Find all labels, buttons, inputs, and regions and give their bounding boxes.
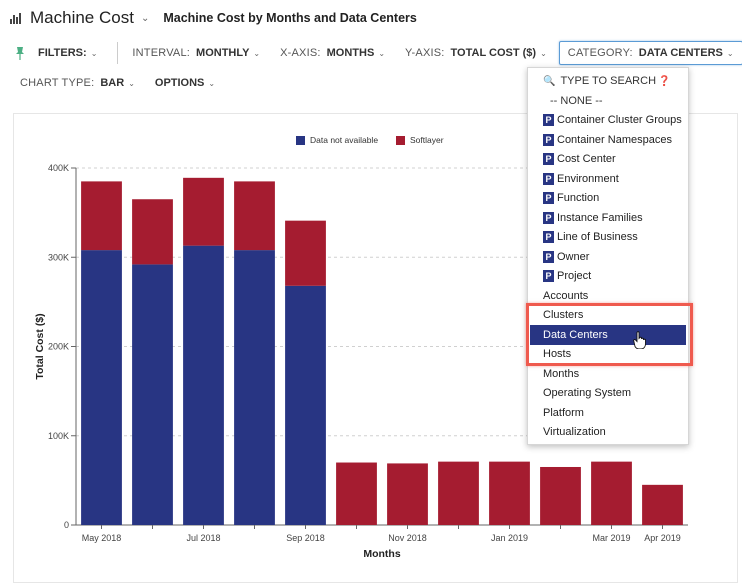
help-icon[interactable]: ❓: [658, 76, 670, 87]
bar-data-not-available: [234, 250, 275, 526]
bar-softlayer: [642, 484, 683, 525]
property-badge-icon: P: [543, 153, 554, 166]
dropdown-item-label: Platform: [543, 406, 584, 419]
dropdown-item[interactable]: P Container Namespaces: [528, 130, 688, 150]
legend-label: Data not available: [310, 135, 378, 145]
dropdown-item[interactable]: P Owner: [528, 247, 688, 267]
dropdown-item[interactable]: P Cost Center: [528, 150, 688, 170]
x-tick-label: Sep 2018: [286, 533, 325, 543]
dropdown-item-label: Months: [543, 367, 580, 380]
bar-softlayer: [489, 461, 530, 525]
search-placeholder: TYPE TO SEARCH: [560, 75, 657, 87]
property-badge-icon: P: [543, 270, 554, 283]
dropdown-item-label: Function: [557, 192, 600, 205]
dropdown-item-label: Line of Business: [557, 231, 638, 244]
dropdown-item-label: Container Namespaces: [557, 133, 672, 146]
dropdown-item-label: Virtualization: [543, 426, 606, 439]
category-dropdown: 🔍 TYPE TO SEARCH ❓ -- NONE -- P Container…: [527, 67, 689, 445]
search-icon: 🔍: [543, 75, 556, 87]
x-tick-label: Apr 2019: [644, 533, 681, 543]
bar-softlayer: [81, 181, 122, 251]
bar-softlayer: [336, 462, 377, 525]
y-tick-label: 100K: [48, 431, 69, 441]
dropdown-item-label: Instance Families: [557, 211, 643, 224]
highlight-box: [526, 303, 693, 366]
dropdown-item-label: Operating System: [543, 387, 632, 400]
bar-softlayer: [540, 466, 581, 525]
legend-swatch: [396, 136, 405, 145]
y-tick-label: 300K: [48, 252, 69, 262]
y-tick-label: 400K: [48, 163, 69, 173]
bar-softlayer: [438, 461, 479, 525]
dropdown-item-label: Environment: [557, 172, 619, 185]
hand-cursor-icon: [633, 331, 646, 349]
bar-data-not-available: [132, 264, 173, 525]
legend-label: Softlayer: [410, 135, 444, 145]
x-axis-title: Months: [363, 548, 400, 560]
dropdown-item-label: Owner: [557, 250, 590, 263]
x-tick-label: Jan 2019: [491, 533, 528, 543]
dropdown-item[interactable]: P Instance Families: [528, 208, 688, 228]
y-axis-title: Total Cost ($): [34, 313, 46, 379]
dropdown-item[interactable]: P Function: [528, 189, 688, 209]
dropdown-item-label: Project: [557, 270, 592, 283]
dropdown-item[interactable]: Platform: [528, 403, 688, 423]
property-badge-icon: P: [543, 250, 554, 263]
bar-softlayer: [387, 463, 428, 525]
bar-data-not-available: [183, 245, 224, 525]
bar-softlayer: [285, 220, 326, 286]
dropdown-item[interactable]: Virtualization: [528, 423, 688, 443]
property-badge-icon: P: [543, 192, 554, 205]
dropdown-item[interactable]: P Environment: [528, 169, 688, 189]
dropdown-item[interactable]: P Line of Business: [528, 228, 688, 248]
dropdown-item-label: -- NONE --: [550, 94, 603, 107]
dropdown-item[interactable]: P Project: [528, 267, 688, 287]
property-badge-icon: P: [543, 133, 554, 146]
y-tick-label: 0: [64, 520, 69, 530]
dropdown-item-label: Container Cluster Groups: [557, 114, 682, 127]
bar-softlayer: [591, 461, 632, 525]
property-badge-icon: P: [543, 114, 554, 127]
bar-softlayer: [234, 181, 275, 251]
x-tick-label: Nov 2018: [388, 533, 427, 543]
dropdown-item[interactable]: Months: [528, 364, 688, 384]
property-badge-icon: P: [543, 211, 554, 224]
dropdown-search[interactable]: 🔍 TYPE TO SEARCH ❓: [528, 71, 688, 91]
x-tick-label: Mar 2019: [592, 533, 630, 543]
bar-data-not-available: [285, 285, 326, 525]
y-tick-label: 200K: [48, 342, 69, 352]
dropdown-item-label: Accounts: [543, 289, 589, 302]
dropdown-list: P Container Cluster Groups P Container Name…: [528, 111, 688, 443]
bar-softlayer: [132, 199, 173, 265]
bar-data-not-available: [81, 250, 122, 526]
dropdown-item[interactable]: P Container Cluster Groups: [528, 111, 688, 131]
legend-swatch: [296, 136, 305, 145]
dropdown-item-label: Cost Center: [557, 153, 616, 166]
property-badge-icon: P: [543, 172, 554, 185]
dropdown-item[interactable]: Operating System: [528, 384, 688, 404]
x-tick-label: Jul 2018: [186, 533, 220, 543]
dropdown-item-none[interactable]: -- NONE --: [528, 91, 688, 111]
property-badge-icon: P: [543, 231, 554, 244]
x-tick-label: May 2018: [82, 533, 122, 543]
bar-softlayer: [183, 177, 224, 246]
